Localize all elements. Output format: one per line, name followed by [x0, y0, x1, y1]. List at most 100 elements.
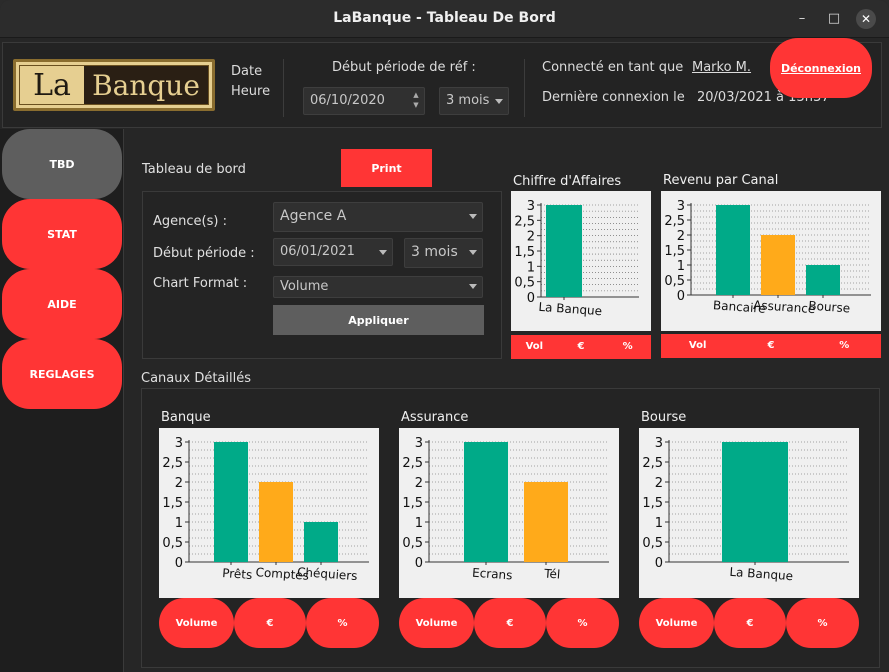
format-select[interactable]: Volume	[273, 276, 483, 298]
ref-duration-value: 3 mois	[446, 93, 490, 108]
y-tick-label: 3	[175, 436, 183, 451]
ref-date-spinbox[interactable]: 06/10/2020 ▲ ▼	[303, 87, 425, 115]
ca-vol-button[interactable]: Vol	[511, 335, 558, 359]
ca-chart-svg: 00,511,522,53 La Banque	[514, 199, 639, 318]
y-tick-label: 2	[175, 476, 183, 491]
agency-value: Agence A	[280, 208, 347, 224]
format-label: Chart Format :	[153, 276, 248, 291]
y-tick-label: 2,5	[642, 456, 663, 471]
rev-chart-title: Revenu par Canal	[663, 173, 779, 188]
print-button[interactable]: Print	[341, 149, 432, 187]
ca-format-buttons: Vol € %	[511, 335, 651, 359]
y-tick-label: 0	[677, 289, 685, 304]
y-tick-label: 1,5	[162, 496, 183, 511]
banque-chart: 0 0,5 1 1,5 2 2,5 3 Prêts Comptes Chéquiers	[159, 428, 379, 598]
bar	[806, 265, 840, 295]
bar	[214, 442, 248, 562]
bar	[761, 235, 795, 295]
x-tick-label: La Banque	[729, 565, 793, 583]
chevron-down-icon	[469, 250, 477, 255]
bar	[722, 442, 788, 562]
nav-reglages-button[interactable]: REGLAGES	[2, 339, 122, 409]
rev-chart: 0 0,5 1 1,5 2 2,5 3 Bancaire Assurance Bourse	[661, 191, 881, 331]
assurance-percent-button[interactable]: %	[546, 598, 619, 648]
labanque-logo: La Banque	[13, 59, 215, 111]
dashboard-title: Tableau de bord	[142, 162, 246, 177]
minimize-icon[interactable]: –	[792, 9, 812, 29]
y-tick-label: 2,5	[402, 456, 423, 471]
bourse-format-buttons: Volume € %	[639, 598, 859, 648]
y-tick-label: 2,5	[162, 456, 183, 471]
nav-tbd-button[interactable]: TBD	[2, 129, 122, 199]
ca-percent-button[interactable]: %	[604, 335, 651, 359]
chevron-down-icon	[495, 99, 503, 104]
agency-select[interactable]: Agence A	[273, 202, 483, 232]
banque-chart-title: Banque	[161, 410, 211, 425]
bourse-percent-button[interactable]: %	[786, 598, 859, 648]
ref-period-label: Début période de réf :	[332, 60, 476, 75]
y-tick-label: 3	[415, 436, 423, 451]
period-duration-value: 3 mois	[411, 244, 458, 260]
apply-button[interactable]: Appliquer	[273, 305, 484, 335]
ref-duration-select[interactable]: 3 mois	[439, 87, 509, 115]
y-tick-label: 2,5	[514, 214, 535, 229]
banque-euro-button[interactable]: €	[234, 598, 306, 648]
y-tick-label: 0	[175, 556, 183, 571]
y-tick-label: 1	[655, 516, 663, 531]
y-tick-label: 1,5	[402, 496, 423, 511]
connected-label: Connecté en tant que	[542, 60, 684, 75]
banque-format-buttons: Volume € %	[159, 598, 379, 648]
x-tick-label: Ecrans	[472, 566, 513, 583]
x-tick-label: Tél	[543, 566, 561, 581]
title-bar: LaBanque - Tableau De Bord – □ ✕	[0, 0, 889, 38]
bourse-volume-button[interactable]: Volume	[639, 598, 714, 648]
maximize-icon[interactable]: □	[824, 9, 844, 29]
agency-label: Agence(s) :	[153, 214, 227, 229]
y-tick-label: 3	[677, 199, 685, 214]
rev-euro-button[interactable]: €	[734, 334, 807, 358]
y-tick-label: 0	[527, 291, 535, 306]
logout-button[interactable]: Déconnexion	[770, 38, 872, 98]
bar	[464, 442, 508, 562]
logo-part-la: La	[33, 67, 71, 103]
y-tick-label: 2	[655, 476, 663, 491]
y-tick-label: 1	[175, 516, 183, 531]
y-tick-label: 2	[415, 476, 423, 491]
bar	[304, 522, 338, 562]
chevron-down-icon	[469, 214, 477, 219]
x-tick-label: La Banque	[538, 300, 602, 318]
rev-percent-button[interactable]: %	[808, 334, 881, 358]
banque-percent-button[interactable]: %	[306, 598, 379, 648]
bar	[716, 205, 750, 295]
period-date-select[interactable]: 06/01/2021	[273, 238, 393, 266]
nav-stat-button[interactable]: STAT	[2, 199, 122, 269]
period-label: Début période :	[153, 246, 255, 261]
assurance-chart-title: Assurance	[401, 410, 469, 425]
divider	[524, 59, 525, 117]
y-tick-label: 0,5	[514, 276, 535, 291]
y-tick-label: 2,5	[664, 214, 685, 229]
period-duration-select[interactable]: 3 mois	[404, 238, 483, 268]
time-label: Heure	[231, 84, 271, 99]
y-tick-label: 0,5	[664, 274, 685, 289]
bar	[259, 482, 293, 562]
y-tick-label: 2	[527, 230, 535, 245]
rev-vol-button[interactable]: Vol	[661, 334, 734, 358]
close-icon[interactable]: ✕	[856, 9, 876, 29]
spin-arrows-icon[interactable]: ▲ ▼	[410, 90, 422, 112]
bourse-euro-button[interactable]: €	[714, 598, 786, 648]
chevron-down-icon	[469, 284, 477, 289]
y-tick-label: 1	[677, 259, 685, 274]
assurance-euro-button[interactable]: €	[474, 598, 546, 648]
ca-euro-button[interactable]: €	[558, 335, 605, 359]
assurance-volume-button[interactable]: Volume	[399, 598, 474, 648]
ca-chart: 0 0,5 1 1,5 2 2,5 3 La Banque	[511, 191, 651, 331]
y-tick-label: 1	[527, 260, 535, 275]
bourse-chart-svg: 0 0,5 1 1,5 2 2,5 3 La Banque	[642, 436, 849, 583]
divider	[283, 59, 284, 117]
user-name-link[interactable]: Marko M.	[692, 60, 751, 75]
ref-date-value: 06/10/2020	[310, 93, 385, 108]
nav-aide-button[interactable]: AIDE	[2, 269, 122, 339]
banque-volume-button[interactable]: Volume	[159, 598, 234, 648]
y-tick-label: 0	[655, 556, 663, 571]
